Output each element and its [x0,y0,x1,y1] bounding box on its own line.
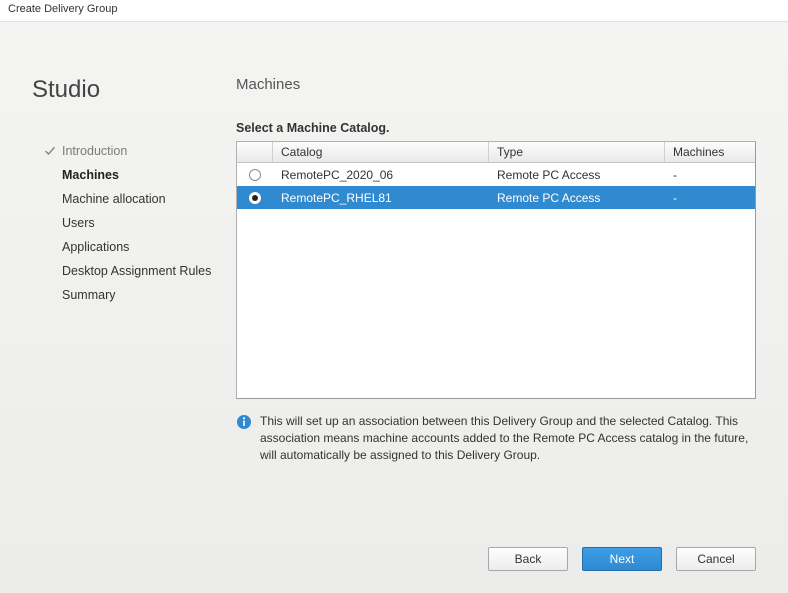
wizard-sidebar: Studio Introduction Machines Machine all… [32,76,222,302]
radio-icon[interactable] [249,192,261,204]
info-text: This will set up an association between … [260,413,756,463]
window-title: Create Delivery Group [8,3,117,15]
nav-item-machines[interactable]: Machines [32,168,222,182]
nav-item-desktop-assignment-rules[interactable]: Desktop Assignment Rules [32,264,222,278]
nav-label: Applications [62,240,129,254]
cell-machines: - [665,168,755,182]
sidebar-title: Studio [32,76,222,104]
nav-item-summary[interactable]: Summary [32,288,222,302]
info-callout: This will set up an association between … [236,413,756,463]
nav-item-introduction[interactable]: Introduction [32,144,222,158]
cell-type: Remote PC Access [489,168,665,182]
catalog-grid-header: Catalog Type Machines [237,142,755,163]
cell-machines: - [665,191,755,205]
col-header-machines[interactable]: Machines [665,142,755,162]
nav-label: Summary [62,288,115,302]
wizard-buttons: Back Next Cancel [488,547,756,571]
nav-item-applications[interactable]: Applications [32,240,222,254]
col-header-type[interactable]: Type [489,142,665,162]
next-button[interactable]: Next [582,547,662,571]
back-button[interactable]: Back [488,547,568,571]
cell-type: Remote PC Access [489,191,665,205]
nav-label: Introduction [62,144,127,158]
catalog-grid: Catalog Type Machines RemotePC_2020_06 R… [236,141,756,399]
catalog-row[interactable]: RemotePC_2020_06 Remote PC Access - [237,163,755,186]
page-subheading: Select a Machine Catalog. [236,121,756,135]
check-icon [44,145,56,157]
wizard-nav: Introduction Machines Machine allocation… [32,144,222,302]
col-header-select [237,142,273,162]
nav-label: Desktop Assignment Rules [62,264,211,278]
page-heading: Machines [236,76,756,93]
nav-item-machine-allocation[interactable]: Machine allocation [32,192,222,206]
nav-label: Machine allocation [62,192,166,206]
nav-item-users[interactable]: Users [32,216,222,230]
nav-label: Machines [62,168,119,182]
wizard-main: Machines Select a Machine Catalog. Catal… [236,76,756,463]
cell-catalog: RemotePC_RHEL81 [273,191,489,205]
catalog-row[interactable]: RemotePC_RHEL81 Remote PC Access - [237,186,755,209]
wizard-body: Studio Introduction Machines Machine all… [0,22,788,593]
radio-icon[interactable] [249,169,261,181]
cell-catalog: RemotePC_2020_06 [273,168,489,182]
nav-label: Users [62,216,95,230]
cancel-button[interactable]: Cancel [676,547,756,571]
window-title-bar: Create Delivery Group [0,0,788,22]
info-icon [236,414,252,430]
col-header-catalog[interactable]: Catalog [273,142,489,162]
